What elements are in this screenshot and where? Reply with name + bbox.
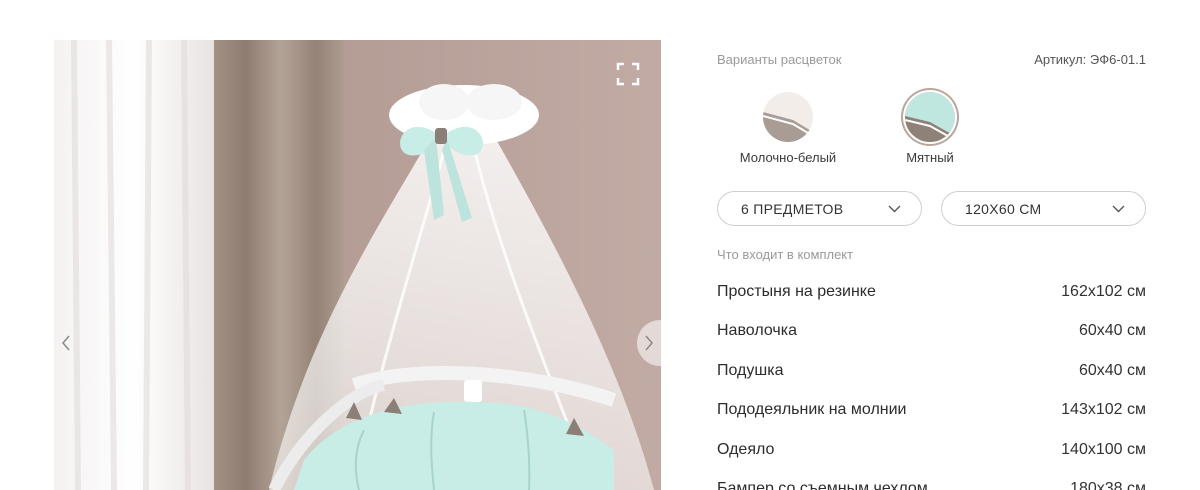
color-swatches: Молочно-белый Мятный bbox=[717, 92, 1017, 172]
kit-item-size: 140х100 см bbox=[1061, 440, 1146, 458]
gallery-prev-button[interactable] bbox=[54, 320, 78, 366]
size-select[interactable]: 120Х60 СМ bbox=[941, 191, 1146, 226]
items-count-select[interactable]: 6 ПРЕДМЕТОВ bbox=[717, 191, 922, 226]
kit-item-name: Пододеяльник на молнии bbox=[717, 401, 907, 419]
swatch-milk-white-thumbnail bbox=[763, 92, 813, 142]
swatch-milk-white-label: Молочно-белый bbox=[739, 150, 837, 165]
chevron-down-icon bbox=[888, 205, 901, 212]
kit-item-name: Бампер со съемным чехлом bbox=[717, 480, 928, 490]
kit-item-name: Одеяло bbox=[717, 440, 775, 458]
kit-contents-title: Что входит в комплект bbox=[717, 247, 854, 262]
list-item: Бампер со съемным чехлом 180х38 см bbox=[717, 470, 1146, 490]
items-count-value: 6 ПРЕДМЕТОВ bbox=[741, 200, 844, 217]
product-photo bbox=[54, 40, 661, 490]
kit-item-size: 60х40 см bbox=[1078, 322, 1146, 340]
chevron-left-icon bbox=[62, 335, 70, 351]
kit-item-size: 180х38 см bbox=[1070, 480, 1146, 490]
expand-icon bbox=[616, 62, 640, 86]
product-details: Варианты расцветок Артикул: ЭФ6-01.1 Мол… bbox=[717, 0, 1146, 490]
fullscreen-button[interactable] bbox=[614, 60, 642, 88]
kit-item-name: Подушка bbox=[717, 361, 784, 379]
swatch-milk-white[interactable]: Молочно-белый bbox=[723, 92, 853, 165]
list-item: Подушка 60х40 см bbox=[717, 351, 1146, 391]
list-item: Одеяло 140х100 см bbox=[717, 430, 1146, 470]
kit-contents-list: Простыня на резинке 162х102 см Наволочка… bbox=[717, 272, 1146, 490]
kit-item-size: 162х102 см bbox=[1061, 282, 1146, 300]
chevron-down-icon bbox=[1112, 205, 1125, 212]
swatch-mint[interactable]: Мятный bbox=[865, 92, 995, 165]
kit-item-size: 143х102 см bbox=[1061, 401, 1146, 419]
list-item: Наволочка 60х40 см bbox=[717, 312, 1146, 352]
swatch-mint-thumbnail bbox=[905, 92, 955, 142]
option-selects: 6 ПРЕДМЕТОВ 120Х60 СМ bbox=[717, 191, 1146, 226]
size-value: 120Х60 СМ bbox=[965, 200, 1042, 217]
list-item: Пододеяльник на молнии 143х102 см bbox=[717, 391, 1146, 431]
product-gallery bbox=[54, 40, 661, 490]
chevron-right-icon bbox=[645, 335, 653, 351]
article-number: Артикул: ЭФ6-01.1 bbox=[1034, 52, 1146, 67]
variants-title: Варианты расцветок bbox=[717, 52, 842, 67]
variants-header: Варианты расцветок Артикул: ЭФ6-01.1 bbox=[717, 52, 1146, 67]
kit-item-name: Наволочка bbox=[717, 322, 797, 340]
kit-item-size: 60х40 см bbox=[1078, 361, 1146, 379]
list-item: Простыня на резинке 162х102 см bbox=[717, 272, 1146, 312]
swatch-mint-label: Мятный bbox=[906, 150, 954, 165]
kit-item-name: Простыня на резинке bbox=[717, 282, 876, 300]
